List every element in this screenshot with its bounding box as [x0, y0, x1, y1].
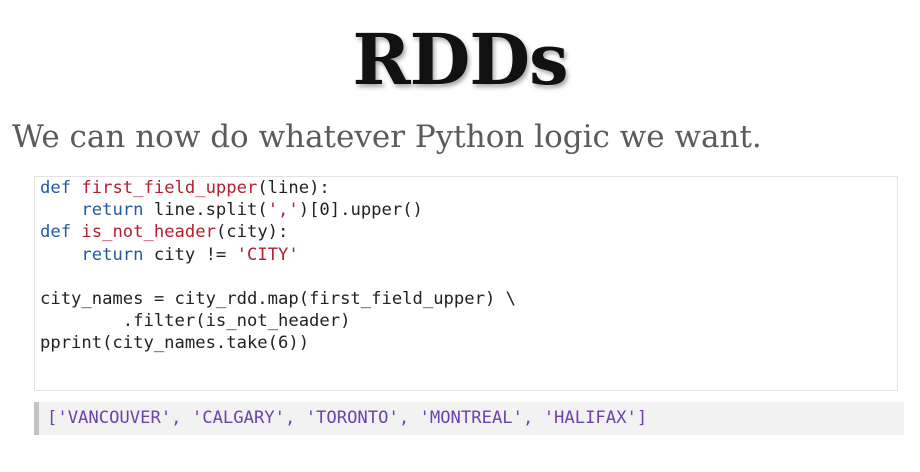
code-line-1: def first_field_upper(line):	[40, 178, 330, 198]
slide-title: RDDs	[352, 18, 569, 101]
output-area: ['VANCOUVER', 'CALGARY', 'TORONTO', 'MON…	[34, 402, 904, 435]
slide-subtitle: We can now do whatever Python logic we w…	[12, 119, 762, 155]
code-text: )[0].upper()	[298, 200, 423, 221]
output-text: ['VANCOUVER', 'CALGARY', 'TORONTO', 'MON…	[47, 408, 648, 428]
function-name-is-not-header: is_not_header	[81, 222, 216, 243]
code-block: def first_field_upper(line): return line…	[40, 177, 897, 355]
code-line-2: return line.split(',')[0].upper()	[40, 200, 423, 220]
code-line-3: def is_not_header(city):	[40, 222, 288, 242]
function-name-first-field-upper: first_field_upper	[81, 178, 258, 198]
string-literal: 'CITY'	[236, 244, 299, 265]
keyword-return: return	[81, 200, 144, 221]
code-line-4: return city != 'CITY'	[40, 244, 299, 265]
code-cell[interactable]: def first_field_upper(line): return line…	[34, 176, 898, 391]
code-text: line.split(	[143, 200, 268, 221]
code-line-7: .filter(is_not_header)	[40, 311, 351, 332]
code-line-8: pprint(city_names.take(6))	[40, 333, 310, 354]
keyword-def: def	[40, 178, 72, 198]
code-line-6: city_names = city_rdd.map(first_field_up…	[40, 289, 516, 310]
string-literal: ','	[267, 200, 299, 221]
keyword-def: def	[40, 222, 72, 243]
function-signature: (city):	[215, 222, 289, 243]
function-signature: (line):	[257, 178, 330, 198]
code-text: city !=	[143, 244, 237, 265]
keyword-return: return	[81, 244, 144, 265]
